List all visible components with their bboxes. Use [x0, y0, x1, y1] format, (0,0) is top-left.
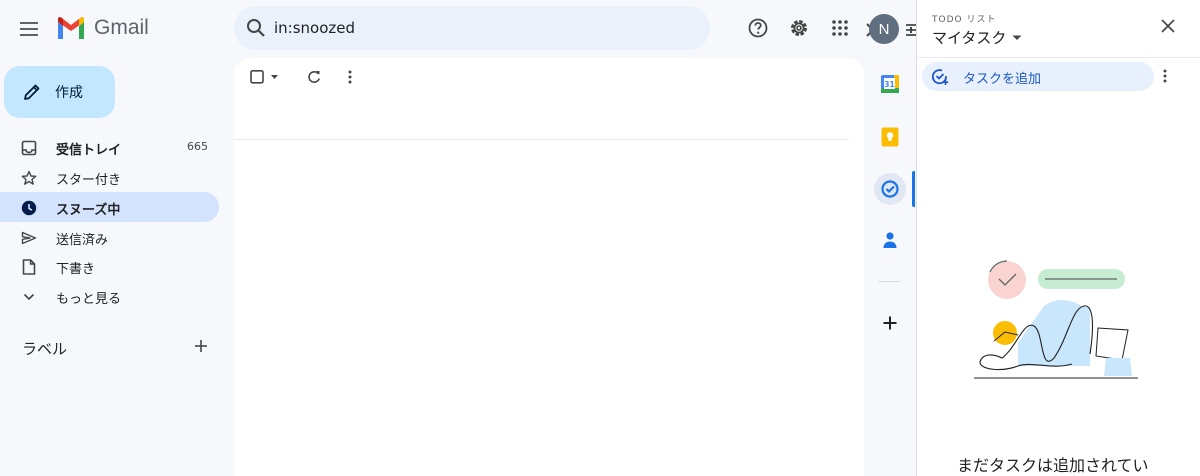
- add-app-icon[interactable]: [874, 307, 906, 339]
- gmail-logo[interactable]: Gmail: [56, 16, 149, 40]
- add-label-icon[interactable]: [193, 338, 209, 358]
- settings-gear-icon[interactable]: [787, 16, 811, 40]
- send-icon: [20, 229, 38, 247]
- tasks-panel-subtitle: TODO リスト: [932, 15, 997, 25]
- dropdown-arrow-icon: [1012, 35, 1022, 40]
- apps-grid-icon[interactable]: [828, 16, 852, 40]
- add-task-button[interactable]: タスクを追加: [922, 62, 1154, 91]
- search-input[interactable]: [274, 17, 614, 39]
- add-task-label: タスクを追加: [963, 72, 1042, 87]
- nav-item-label: 受信トレイ: [56, 143, 122, 158]
- message-list-panel: [234, 58, 864, 476]
- active-app-indicator: [912, 171, 915, 207]
- nav-item-label: 下書き: [56, 262, 96, 277]
- nav-item-label: 送信済み: [56, 233, 109, 248]
- empty-tasks-message: まだタスクは追加されてい: [957, 456, 1149, 475]
- tasks-icon[interactable]: [874, 173, 906, 205]
- more-options-icon[interactable]: [348, 70, 352, 84]
- search-bar: [234, 6, 924, 50]
- unread-count: 665: [187, 140, 208, 153]
- compose-label: 作成: [55, 85, 83, 101]
- chevron-down-icon: [20, 288, 38, 306]
- draft-icon: [20, 258, 38, 276]
- calendar-icon[interactable]: 31: [874, 68, 906, 100]
- clock-icon: [20, 199, 38, 217]
- labels-heading: ラベル: [22, 340, 68, 358]
- star-icon: [20, 169, 38, 187]
- select-all-checkbox[interactable]: [250, 70, 280, 84]
- main-menu-button[interactable]: [14, 13, 46, 45]
- gmail-m-icon: [58, 17, 84, 39]
- search-icon[interactable]: [246, 18, 266, 42]
- nav-item-label: スヌーズ中: [56, 203, 121, 218]
- contacts-icon[interactable]: [874, 224, 906, 256]
- task-list-selector[interactable]: マイタスク: [932, 27, 1022, 48]
- hamburger-menu-icon: [20, 22, 38, 36]
- nav-item-snoozed[interactable]: スヌーズ中: [0, 192, 219, 222]
- top-bar: Gmail N: [0, 0, 924, 58]
- keep-icon[interactable]: [874, 121, 906, 153]
- pencil-icon: [24, 84, 40, 100]
- nav-item-more[interactable]: もっと見る: [0, 281, 219, 311]
- tasks-panel: TODO リスト マイタスク タスクを追加 まだタスクは追加されてい: [916, 0, 1200, 476]
- nav-item-inbox[interactable]: 受信トレイ 665: [0, 132, 219, 162]
- add-task-icon: [931, 69, 949, 85]
- rail-divider: [878, 281, 900, 282]
- refresh-icon[interactable]: [307, 70, 321, 84]
- help-icon[interactable]: [746, 16, 770, 40]
- app-name: Gmail: [94, 16, 149, 39]
- list-toolbar: [234, 58, 864, 102]
- close-icon[interactable]: [1161, 18, 1175, 37]
- nav-item-label: スター付き: [56, 173, 122, 188]
- tasks-header-divider: [917, 57, 1200, 58]
- side-apps-rail: 31: [864, 58, 915, 476]
- list-divider: [234, 139, 849, 140]
- nav-item-sent[interactable]: 送信済み: [0, 222, 219, 252]
- nav-item-drafts[interactable]: 下書き: [0, 251, 219, 281]
- empty-tasks-illustration: [974, 260, 1138, 379]
- task-list-name: マイタスク: [932, 29, 1007, 47]
- compose-button[interactable]: 作成: [4, 66, 115, 118]
- account-avatar[interactable]: N: [869, 14, 899, 44]
- nav-item-label: もっと見る: [56, 292, 122, 307]
- calendar-day: 31: [884, 80, 894, 89]
- task-list-more-icon[interactable]: [1163, 68, 1167, 87]
- inbox-icon: [20, 139, 38, 157]
- nav-item-starred[interactable]: スター付き: [0, 162, 219, 192]
